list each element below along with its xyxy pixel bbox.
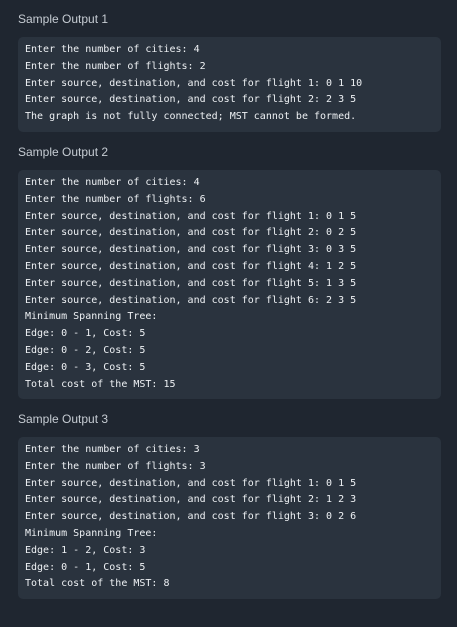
output-line: Enter source, destination, and cost for …: [25, 494, 357, 506]
output-line: Enter source, destination, and cost for …: [25, 94, 357, 106]
output-line: Edge: 1 - 2, Cost: 3: [25, 544, 146, 556]
output-line: Enter the number of flights: 2: [25, 60, 206, 72]
output-line: Enter source, destination, and cost for …: [25, 260, 357, 272]
sample-output-1-section: Sample Output 1 Enter the number of citi…: [18, 11, 441, 132]
sample-outputs-page: Sample Output 1 Enter the number of citi…: [0, 0, 457, 627]
output-line: Enter source, destination, and cost for …: [25, 210, 357, 222]
output-line: Enter source, destination, and cost for …: [25, 477, 357, 489]
sample-output-2-section: Sample Output 2 Enter the number of citi…: [18, 144, 441, 400]
output-line: Edge: 0 - 1, Cost: 5: [25, 561, 146, 573]
output-line: Enter the number of cities: 3: [25, 444, 200, 455]
output-line: Enter the number of flights: 6: [25, 193, 206, 205]
output-line: Enter source, destination, and cost for …: [25, 294, 357, 306]
sample-output-3-section: Sample Output 3 Enter the number of citi…: [18, 411, 441, 600]
output-line: Enter the number of cities: 4: [25, 44, 200, 55]
sample-output-2-box: Enter the number of cities: 4 Enter the …: [18, 170, 441, 400]
output-line: Enter source, destination, and cost for …: [25, 77, 363, 89]
output-line: Enter the number of cities: 4: [25, 177, 200, 188]
sample-output-2-title: Sample Output 2: [18, 145, 109, 159]
output-line: Minimum Spanning Tree:: [25, 311, 158, 323]
output-line: Minimum Spanning Tree:: [25, 527, 158, 539]
sample-output-3-title: Sample Output 3: [18, 412, 109, 426]
sample-output-3-box: Enter the number of cities: 3 Enter the …: [18, 437, 441, 600]
output-line: Enter source, destination, and cost for …: [25, 227, 357, 239]
output-line: The graph is not fully connected; MST ca…: [25, 111, 357, 123]
output-line: Enter the number of flights: 3: [25, 460, 206, 472]
sample-output-1-title: Sample Output 1: [18, 12, 109, 26]
output-line: Edge: 0 - 3, Cost: 5: [25, 361, 146, 373]
output-line: Total cost of the MST: 8: [25, 578, 170, 590]
output-line: Enter source, destination, and cost for …: [25, 511, 357, 523]
output-line: Edge: 0 - 2, Cost: 5: [25, 344, 146, 356]
output-line: Total cost of the MST: 15: [25, 378, 176, 390]
output-line: Edge: 0 - 1, Cost: 5: [25, 328, 146, 340]
output-line: Enter source, destination, and cost for …: [25, 244, 357, 256]
output-line: Enter source, destination, and cost for …: [25, 277, 357, 289]
sample-output-1-box: Enter the number of cities: 4 Enter the …: [18, 37, 441, 132]
